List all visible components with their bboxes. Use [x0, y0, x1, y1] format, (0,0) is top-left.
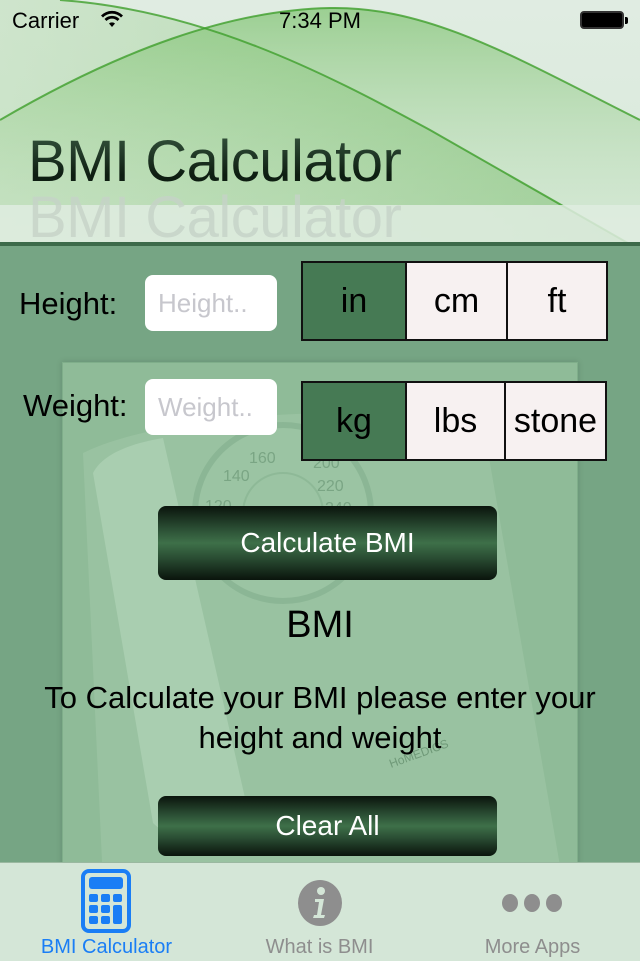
bmi-result-heading: BMI: [286, 604, 354, 646]
height-unit-ft[interactable]: ft: [506, 263, 606, 339]
height-unit-cm[interactable]: cm: [405, 263, 506, 339]
weight-unit-stone[interactable]: stone: [504, 383, 605, 459]
tab-bar: BMI Calculator What is BMI More Apps: [0, 862, 640, 961]
tab-more-apps[interactable]: More Apps: [426, 863, 639, 961]
clear-all-button[interactable]: Clear All: [158, 796, 497, 856]
height-label: Height:: [19, 286, 118, 321]
weight-unit-lbs[interactable]: lbs: [405, 383, 504, 459]
battery-full-icon: [580, 11, 628, 29]
calculator-icon: [81, 869, 131, 938]
weight-input[interactable]: [145, 379, 277, 435]
bmi-result-message: To Calculate your BMI please enter your …: [44, 680, 596, 755]
app-header: Carrier 7:34 PM BMI Calculator BMI Calcu…: [0, 0, 640, 244]
weight-unit-selector: kg lbs stone: [301, 381, 607, 461]
height-unit-in[interactable]: in: [303, 263, 405, 339]
tab-what-is-bmi[interactable]: What is BMI: [213, 863, 426, 961]
dial-number: 160: [249, 450, 276, 467]
weight-unit-kg[interactable]: kg: [303, 383, 405, 459]
status-bar: Carrier 7:34 PM: [0, 0, 640, 40]
calculate-bmi-button[interactable]: Calculate BMI: [158, 506, 497, 580]
tab-label: More Apps: [484, 936, 581, 958]
status-time: 7:34 PM: [279, 8, 361, 33]
dial-number: 220: [317, 478, 344, 495]
weight-label: Weight:: [23, 388, 128, 423]
tab-label: What is BMI: [265, 936, 374, 958]
more-dots-icon: [501, 893, 563, 918]
height-input[interactable]: [145, 275, 277, 331]
calculator-panel: 120 140 160 200 220 240 HoMEDICS Height:…: [0, 246, 640, 884]
info-icon: [297, 879, 343, 932]
tab-label: BMI Calculator: [40, 936, 173, 958]
page-title-reflection: BMI Calculator: [28, 185, 402, 244]
height-unit-selector: in cm ft: [301, 261, 608, 341]
dial-number: 140: [223, 468, 250, 485]
tab-bmi-calculator[interactable]: BMI Calculator: [0, 863, 213, 961]
